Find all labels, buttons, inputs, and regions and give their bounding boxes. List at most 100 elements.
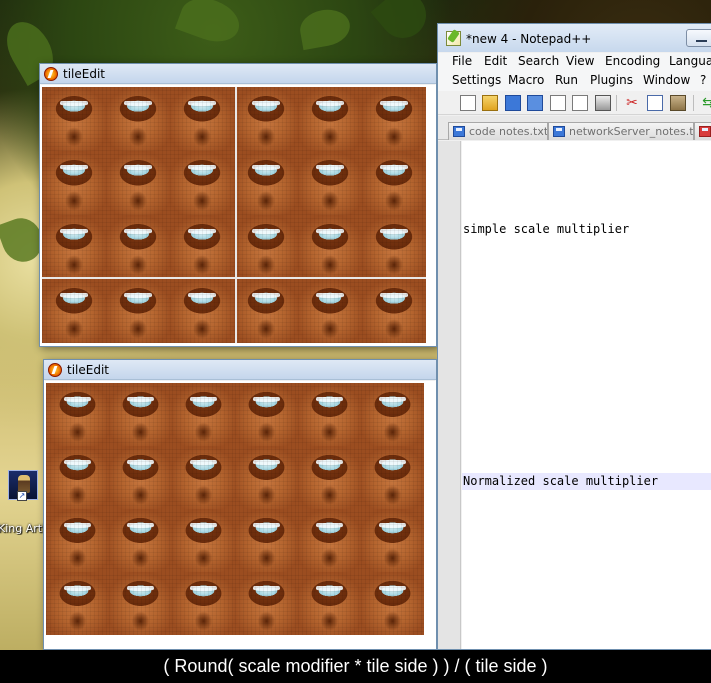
notepadpp-app-icon	[446, 31, 461, 46]
tile-cell[interactable]	[361, 572, 424, 635]
tile-cell[interactable]	[234, 215, 298, 279]
window-titlebar[interactable]: tileEdit	[40, 64, 436, 84]
menu-view[interactable]: View	[566, 54, 594, 68]
tile-cell[interactable]	[170, 87, 234, 151]
menu-encoding[interactable]: Encoding	[605, 54, 660, 68]
tile-cell[interactable]	[361, 446, 424, 509]
menu-language[interactable]: Language	[669, 54, 711, 68]
window-title: *new 4 - Notepad++	[466, 32, 592, 46]
tile-cell[interactable]	[106, 151, 170, 215]
tab-label: networkServer_notes.txt	[569, 125, 694, 138]
tile-cell[interactable]	[109, 572, 172, 635]
tile-cell[interactable]	[42, 87, 106, 151]
tileedit-window-1[interactable]: tileEdit	[39, 63, 437, 347]
minimize-button[interactable]	[686, 29, 711, 47]
tile-cell[interactable]	[362, 279, 426, 343]
tile-cell[interactable]	[235, 383, 298, 446]
menu-edit[interactable]: Edit	[484, 54, 507, 68]
menu-search[interactable]: Search	[518, 54, 559, 68]
saved-file-icon	[453, 126, 465, 137]
tile-cell[interactable]	[235, 572, 298, 635]
tile-cell[interactable]	[106, 215, 170, 279]
tile-cell[interactable]	[170, 151, 234, 215]
tile-cell[interactable]	[106, 279, 170, 343]
menu-bar: File Edit Search View Encoding Language …	[438, 53, 711, 91]
tile-cell[interactable]	[298, 279, 362, 343]
tile-cell[interactable]	[362, 151, 426, 215]
tile-cell[interactable]	[235, 509, 298, 572]
tile-cell[interactable]	[42, 279, 106, 343]
shortcut-arrow-icon: ↗	[17, 491, 27, 501]
cut-icon[interactable]: ✂	[624, 95, 640, 111]
editor-line-current: Normalized scale multiplier	[462, 473, 711, 490]
tile-cell[interactable]	[298, 446, 361, 509]
tile-cell[interactable]	[298, 572, 361, 635]
tile-canvas[interactable]	[40, 85, 436, 346]
tile-cell[interactable]	[298, 383, 361, 446]
tile-cell[interactable]	[298, 151, 362, 215]
tile-cell[interactable]	[172, 383, 235, 446]
tile-cell[interactable]	[46, 383, 109, 446]
menu-file[interactable]: File	[452, 54, 472, 68]
toolbar-separator	[693, 95, 694, 111]
tile-cell[interactable]	[361, 509, 424, 572]
tile-cell[interactable]	[42, 151, 106, 215]
editor-line: simple scale multiplier	[463, 222, 630, 236]
save-icon[interactable]	[505, 95, 521, 111]
tile-cell[interactable]	[109, 509, 172, 572]
tile-cell[interactable]	[46, 572, 109, 635]
tileedit-app-icon	[44, 67, 58, 81]
close-file-icon[interactable]	[550, 95, 566, 111]
tab-networkserver-notes[interactable]: networkServer_notes.txt	[548, 122, 694, 140]
tile-cell[interactable]	[106, 87, 170, 151]
undo-icon[interactable]: ⇆	[700, 95, 711, 111]
tile-canvas[interactable]	[44, 381, 436, 649]
tile-cell[interactable]	[172, 572, 235, 635]
copy-icon[interactable]	[647, 95, 663, 111]
toolbar-separator	[616, 95, 617, 111]
save-all-icon[interactable]	[527, 95, 543, 111]
tile-cell[interactable]	[298, 215, 362, 279]
tile-cell[interactable]	[172, 446, 235, 509]
menu-run[interactable]: Run	[555, 73, 578, 87]
tile-cell[interactable]	[170, 215, 234, 279]
close-all-icon[interactable]	[572, 95, 588, 111]
tab-bar: code notes.txt networkServer_notes.txt	[438, 116, 711, 140]
tile-cell[interactable]	[42, 215, 106, 279]
tile-cell[interactable]	[234, 87, 298, 151]
tile-cell[interactable]	[109, 446, 172, 509]
tile-cell[interactable]	[109, 383, 172, 446]
window-titlebar[interactable]: tileEdit	[44, 360, 436, 380]
tile-cell[interactable]	[170, 279, 234, 343]
menu-plugins[interactable]: Plugins	[590, 73, 633, 87]
menu-macro[interactable]: Macro	[508, 73, 544, 87]
print-icon[interactable]	[595, 95, 611, 111]
tab-new-4[interactable]	[694, 122, 711, 140]
tile-cell[interactable]	[235, 446, 298, 509]
menu-window[interactable]: Window	[643, 73, 690, 87]
new-file-icon[interactable]	[460, 95, 476, 111]
paste-icon[interactable]	[670, 95, 686, 111]
tile-cell[interactable]	[234, 151, 298, 215]
tile-cell[interactable]	[46, 446, 109, 509]
text-editor[interactable]: simple scale multiplier Normalized scale…	[462, 141, 711, 649]
tile-cell[interactable]	[361, 383, 424, 446]
tile-cell[interactable]	[362, 87, 426, 151]
tile-cell[interactable]	[298, 509, 361, 572]
tile-cell[interactable]	[46, 509, 109, 572]
tileedit-window-2[interactable]: tileEdit	[43, 359, 437, 650]
line-number-margin	[438, 141, 461, 649]
shortcut-label: King Arthur's Gold	[0, 522, 44, 535]
wallpaper-leaf	[370, 0, 436, 48]
tile-cell[interactable]	[234, 279, 298, 343]
open-folder-icon[interactable]	[482, 95, 498, 111]
tile-cell[interactable]	[362, 215, 426, 279]
tab-code-notes[interactable]: code notes.txt	[448, 122, 548, 140]
notepadpp-window[interactable]: *new 4 - Notepad++ File Edit Search View…	[437, 23, 711, 650]
window-titlebar[interactable]: *new 4 - Notepad++	[438, 24, 711, 52]
tile-cell[interactable]	[298, 87, 362, 151]
tile-cell[interactable]	[172, 509, 235, 572]
menu-help[interactable]: ?	[700, 73, 706, 87]
wallpaper-leaf	[297, 5, 353, 51]
menu-settings[interactable]: Settings	[452, 73, 501, 87]
